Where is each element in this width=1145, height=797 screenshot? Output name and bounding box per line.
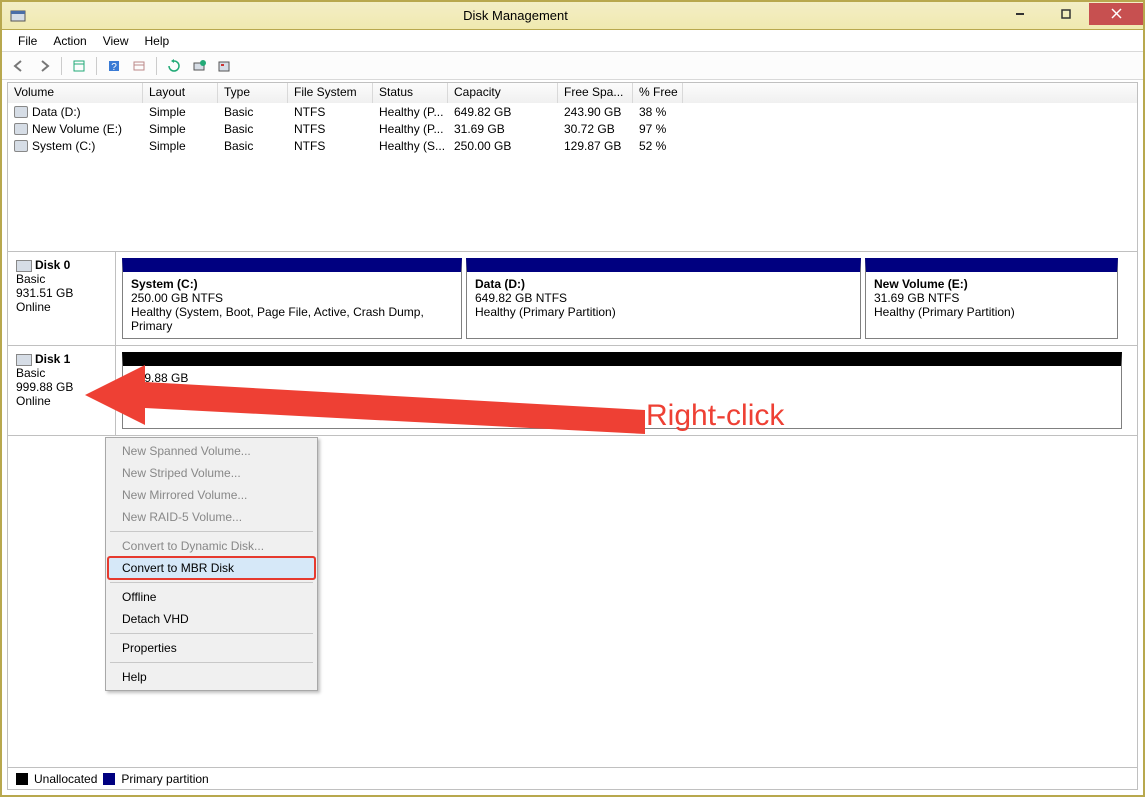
disk-icon bbox=[16, 260, 32, 272]
legend-unalloc-label: Unallocated bbox=[34, 772, 97, 786]
volume-list-header[interactable]: Volume Layout Type File System Status Ca… bbox=[8, 83, 1137, 103]
context-menu-item[interactable]: Offline bbox=[108, 586, 315, 608]
cell: Basic bbox=[218, 122, 288, 136]
cell: NTFS bbox=[288, 105, 373, 119]
title-bar: Disk Management bbox=[2, 2, 1143, 30]
col-pctfree[interactable]: % Free bbox=[633, 83, 683, 103]
settings-button[interactable] bbox=[213, 55, 235, 77]
col-filesystem[interactable]: File System bbox=[288, 83, 373, 103]
cell: Healthy (P... bbox=[373, 122, 448, 136]
cell: 31.69 GB bbox=[448, 122, 558, 136]
refresh-button[interactable] bbox=[163, 55, 185, 77]
context-menu-item: New RAID-5 Volume... bbox=[108, 506, 315, 528]
context-menu-item: New Striped Volume... bbox=[108, 462, 315, 484]
legend-primary-swatch bbox=[103, 773, 115, 785]
close-button[interactable] bbox=[1089, 3, 1143, 25]
cell: 52 % bbox=[633, 139, 683, 153]
context-menu[interactable]: New Spanned Volume...New Striped Volume.… bbox=[105, 437, 318, 691]
col-layout[interactable]: Layout bbox=[143, 83, 218, 103]
volume-icon bbox=[14, 106, 28, 118]
cell: 97 % bbox=[633, 122, 683, 136]
cell: New Volume (E:) bbox=[8, 122, 143, 136]
disk-info[interactable]: Disk 1Basic999.88 GBOnline bbox=[8, 346, 116, 435]
app-icon bbox=[8, 6, 28, 26]
cell: Simple bbox=[143, 105, 218, 119]
cell: Data (D:) bbox=[8, 105, 143, 119]
cell: 649.82 GB bbox=[448, 105, 558, 119]
menu-view[interactable]: View bbox=[95, 32, 137, 50]
help-button[interactable]: ? bbox=[103, 55, 125, 77]
disk-partitions: 999.88 GBUnallocated bbox=[116, 346, 1137, 435]
disk-graphical-view: Disk 0Basic931.51 GBOnlineSystem (C:)250… bbox=[8, 252, 1137, 436]
maximize-button[interactable] bbox=[1043, 3, 1089, 25]
partition[interactable]: New Volume (E:)31.69 GB NTFSHealthy (Pri… bbox=[865, 258, 1118, 339]
context-menu-item[interactable]: Help bbox=[108, 666, 315, 688]
rescan-button[interactable] bbox=[188, 55, 210, 77]
cell: System (C:) bbox=[8, 139, 143, 153]
disk-icon bbox=[16, 354, 32, 366]
context-menu-item: Convert to Dynamic Disk... bbox=[108, 535, 315, 557]
menu-help[interactable]: Help bbox=[137, 32, 178, 50]
col-freespace[interactable]: Free Spa... bbox=[558, 83, 633, 103]
disk-info[interactable]: Disk 0Basic931.51 GBOnline bbox=[8, 252, 116, 345]
svg-text:?: ? bbox=[111, 62, 117, 73]
volume-row[interactable]: System (C:)SimpleBasicNTFSHealthy (S...2… bbox=[8, 137, 1137, 154]
legend-unalloc-swatch bbox=[16, 773, 28, 785]
back-button[interactable] bbox=[8, 55, 30, 77]
context-menu-item[interactable]: Properties bbox=[108, 637, 315, 659]
menu-file[interactable]: File bbox=[10, 32, 45, 50]
cell: Healthy (P... bbox=[373, 105, 448, 119]
col-type[interactable]: Type bbox=[218, 83, 288, 103]
cell: 129.87 GB bbox=[558, 139, 633, 153]
toolbar: ? bbox=[2, 52, 1143, 80]
cell: 38 % bbox=[633, 105, 683, 119]
disk-row: Disk 0Basic931.51 GBOnlineSystem (C:)250… bbox=[8, 252, 1137, 346]
cell: Simple bbox=[143, 139, 218, 153]
view-button[interactable] bbox=[128, 55, 150, 77]
cell: NTFS bbox=[288, 139, 373, 153]
partition[interactable]: System (C:)250.00 GB NTFSHealthy (System… bbox=[122, 258, 462, 339]
menu-bar: File Action View Help bbox=[2, 30, 1143, 52]
annotation-text: Right-click bbox=[646, 399, 784, 433]
col-capacity[interactable]: Capacity bbox=[448, 83, 558, 103]
volume-icon bbox=[14, 140, 28, 152]
disk-partitions: System (C:)250.00 GB NTFSHealthy (System… bbox=[116, 252, 1137, 345]
cell: 250.00 GB bbox=[448, 139, 558, 153]
col-status[interactable]: Status bbox=[373, 83, 448, 103]
col-volume[interactable]: Volume bbox=[8, 83, 143, 103]
disk-row: Disk 1Basic999.88 GBOnline999.88 GBUnall… bbox=[8, 346, 1137, 436]
minimize-button[interactable] bbox=[997, 3, 1043, 25]
cell: Basic bbox=[218, 105, 288, 119]
cell: Healthy (S... bbox=[373, 139, 448, 153]
partition[interactable]: 999.88 GBUnallocated bbox=[122, 352, 1122, 429]
context-menu-item[interactable]: Convert to MBR Disk bbox=[108, 557, 315, 579]
cell: 30.72 GB bbox=[558, 122, 633, 136]
context-menu-item: New Mirrored Volume... bbox=[108, 484, 315, 506]
legend-primary-label: Primary partition bbox=[121, 772, 208, 786]
menu-action[interactable]: Action bbox=[45, 32, 94, 50]
volume-list-body[interactable]: Data (D:)SimpleBasicNTFSHealthy (P...649… bbox=[8, 103, 1137, 251]
cell: NTFS bbox=[288, 122, 373, 136]
volume-list: Volume Layout Type File System Status Ca… bbox=[8, 83, 1137, 252]
forward-button[interactable] bbox=[33, 55, 55, 77]
context-menu-item: New Spanned Volume... bbox=[108, 440, 315, 462]
volume-icon bbox=[14, 123, 28, 135]
legend: Unallocated Primary partition bbox=[8, 767, 1137, 789]
context-menu-item[interactable]: Detach VHD bbox=[108, 608, 315, 630]
properties-button[interactable] bbox=[68, 55, 90, 77]
window-title: Disk Management bbox=[34, 8, 997, 23]
cell: Basic bbox=[218, 139, 288, 153]
cell: Simple bbox=[143, 122, 218, 136]
volume-row[interactable]: Data (D:)SimpleBasicNTFSHealthy (P...649… bbox=[8, 103, 1137, 120]
volume-row[interactable]: New Volume (E:)SimpleBasicNTFSHealthy (P… bbox=[8, 120, 1137, 137]
cell: 243.90 GB bbox=[558, 105, 633, 119]
partition[interactable]: Data (D:)649.82 GB NTFSHealthy (Primary … bbox=[466, 258, 861, 339]
